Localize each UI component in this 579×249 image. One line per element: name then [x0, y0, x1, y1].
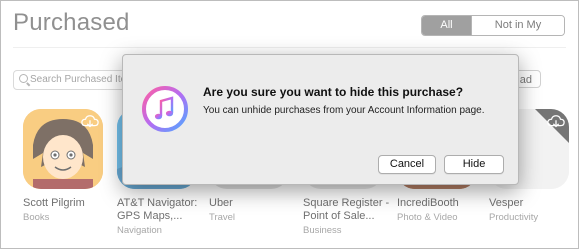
purchased-window: Purchased All Not in My Library ad: [0, 0, 579, 249]
cancel-button[interactable]: Cancel: [378, 155, 436, 174]
dialog-question: Are you sure you want to hide this purch…: [203, 85, 464, 99]
hide-purchase-dialog: Are you sure you want to hide this purch…: [122, 54, 519, 185]
hide-button[interactable]: Hide: [444, 155, 504, 174]
itunes-icon: [142, 86, 188, 132]
dialog-message: You can unhide purchases from your Accou…: [203, 105, 485, 116]
